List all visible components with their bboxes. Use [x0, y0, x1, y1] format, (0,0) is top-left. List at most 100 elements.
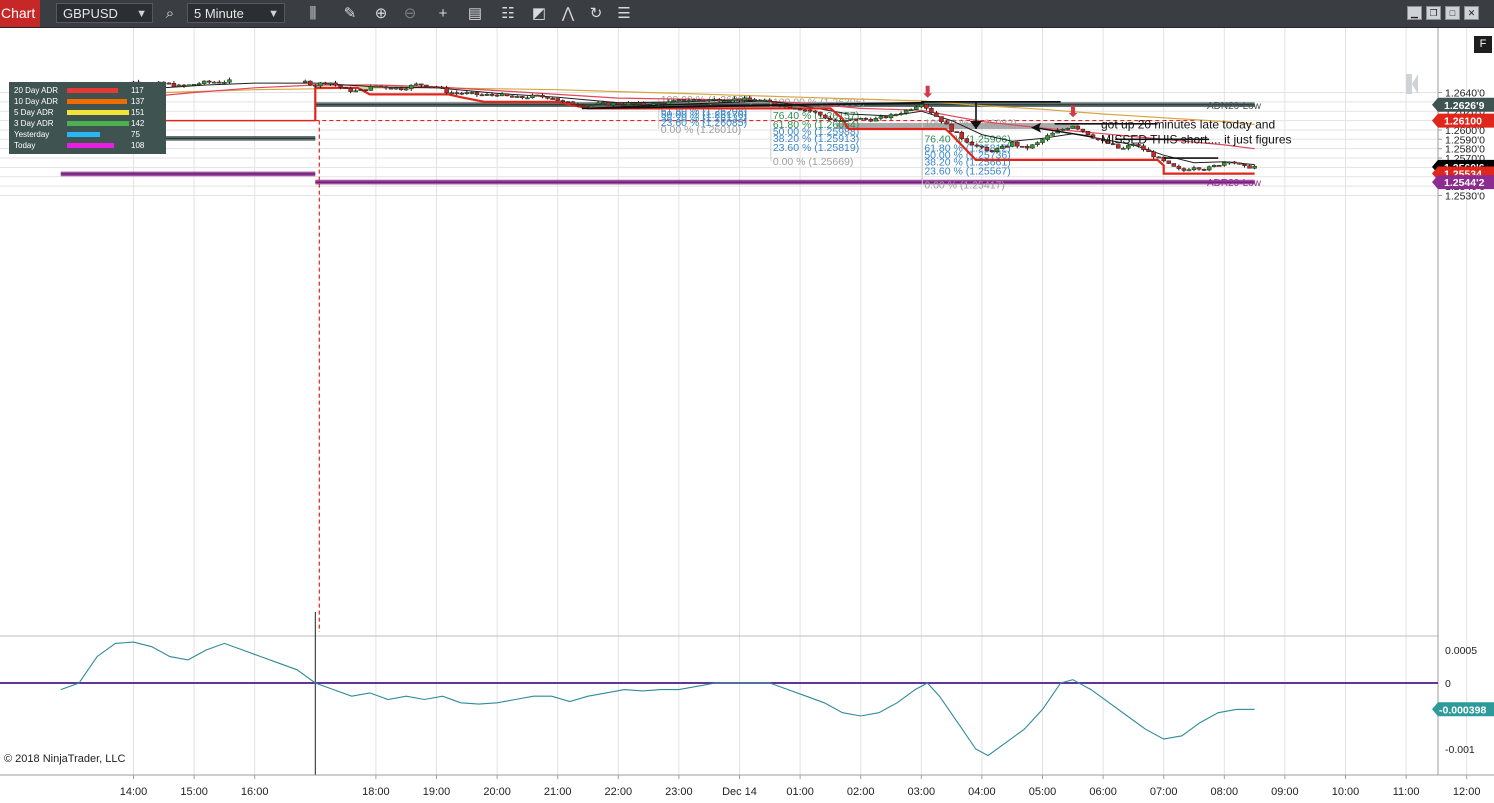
candle-body	[212, 81, 217, 84]
time-tick-label: Dec 14	[722, 786, 757, 798]
candle-body	[999, 145, 1005, 149]
chart-toolbar: Chart GBPUSD ▼ ⌕ 5 Minute ▼ ⫼ ✎ ⊕ ⊖ + ▤ …	[0, 0, 1494, 28]
candle-body	[868, 119, 874, 122]
price-tag-label: 1.2544'2	[1444, 177, 1485, 189]
candle-body	[494, 94, 500, 97]
legend-bar	[67, 99, 127, 104]
minimize-button[interactable]: ▁	[1407, 6, 1422, 20]
candle-body	[363, 89, 369, 91]
candle-body	[510, 95, 515, 98]
restore-button[interactable]: ❐	[1426, 6, 1441, 20]
legend-bar	[67, 88, 118, 93]
legend-bar	[67, 143, 114, 148]
adr-legend: 20 Day ADR 117 10 Day ADR 137 5 Day ADR 151 3 …	[9, 82, 166, 154]
candle-body	[863, 118, 868, 120]
price-tag-label: 1.26100	[1444, 116, 1482, 128]
close-button[interactable]: ✕	[1464, 6, 1479, 20]
time-tick-label: 20:00	[483, 786, 511, 798]
time-tick-label: 15:00	[180, 786, 208, 798]
candle-body	[535, 94, 540, 97]
candle-body	[828, 117, 833, 121]
candle-body	[742, 97, 747, 101]
maximize-button[interactable]: □	[1445, 6, 1460, 20]
chart-tab[interactable]: Chart	[0, 0, 40, 27]
time-tick-label: 03:00	[908, 786, 936, 798]
indicators-icon[interactable]: ⋀	[558, 4, 578, 23]
candle-body	[434, 86, 439, 89]
candle-body	[201, 80, 207, 84]
time-tick-label: 02:00	[847, 786, 875, 798]
interval-selector[interactable]: 5 Minute ▼	[187, 3, 285, 23]
data-box-icon[interactable]: ▤	[465, 4, 485, 23]
instrument-value: GBPUSD	[63, 6, 118, 21]
time-tick-label: 01:00	[786, 786, 814, 798]
candle-body	[924, 104, 929, 109]
magnifier-icon[interactable]: ⌕	[160, 4, 180, 23]
candle-body	[449, 92, 454, 95]
down-arrow-icon: ⬇	[921, 84, 934, 101]
legend-bar	[67, 132, 100, 137]
candle-body	[560, 100, 565, 102]
bar-type-icon[interactable]: ⫼	[303, 4, 323, 23]
candle-body	[671, 100, 677, 102]
candle-body	[368, 86, 374, 91]
candle-body	[343, 87, 348, 89]
osc-tick-label: 0.0005	[1445, 645, 1477, 657]
f-button[interactable]: F	[1474, 36, 1492, 53]
candle-body	[1151, 151, 1156, 158]
candle-body	[1211, 165, 1217, 168]
candle-body	[338, 84, 343, 88]
zoom-out-icon[interactable]: ⊖	[400, 4, 420, 23]
candle-body	[1060, 129, 1065, 131]
candle-body	[333, 82, 338, 86]
candle-body	[439, 86, 444, 89]
candle-body	[752, 99, 757, 101]
candle-body	[565, 101, 571, 103]
instrument-selector[interactable]: GBPUSD ▼	[56, 3, 153, 23]
candle-body	[378, 85, 384, 88]
candle-body	[959, 131, 964, 139]
candle-body	[1095, 137, 1101, 140]
candle-body	[1237, 162, 1242, 165]
candle-body	[555, 98, 560, 101]
candle-body	[807, 109, 813, 112]
crosshair-icon[interactable]: +	[433, 4, 453, 23]
candle-body	[903, 109, 909, 114]
strategy-icon[interactable]: ☰	[614, 4, 634, 23]
candle-body	[1080, 128, 1086, 132]
drawing-pencil-icon[interactable]: ✎	[340, 4, 360, 23]
candle-body	[1217, 165, 1222, 167]
price-chart[interactable]: ADN20-LowADR20-Low 100.00 % (1.26331)61.…	[0, 28, 1494, 803]
candle-body	[1181, 168, 1187, 171]
zoom-in-icon[interactable]: ⊕	[371, 4, 391, 23]
fib-label: 23.60 % (1.25567)	[924, 165, 1010, 177]
candle-body	[348, 88, 353, 92]
candle-body	[797, 108, 803, 111]
candle-body	[873, 118, 879, 122]
candle-body	[545, 96, 550, 99]
candle-body	[525, 97, 530, 100]
candle-body	[641, 102, 646, 106]
adn-zone-label: ADN20-Low	[1207, 101, 1262, 112]
candle-body	[207, 80, 212, 83]
candle-body	[459, 92, 464, 95]
candle-body	[414, 83, 419, 86]
legend-value: 117	[131, 86, 144, 95]
candle-body	[843, 119, 848, 122]
candle-body	[681, 99, 687, 102]
candle-body	[1030, 144, 1035, 149]
candle-body	[914, 106, 919, 110]
candle-body	[1156, 156, 1161, 159]
time-tick-label: 11:00	[1393, 786, 1420, 798]
candle-body	[1222, 162, 1227, 166]
candle-body	[813, 110, 818, 113]
candle-body	[737, 98, 742, 101]
fib-label: 0.00 % (1.26010)	[661, 124, 742, 136]
candle-body	[1247, 165, 1252, 169]
templates-icon[interactable]: ◩	[529, 4, 549, 23]
candle-body	[1025, 145, 1030, 149]
candle-body	[570, 101, 576, 105]
reload-icon[interactable]: ↻	[586, 4, 606, 23]
candle-body	[166, 82, 172, 85]
properties-icon[interactable]: ☷	[498, 4, 518, 23]
